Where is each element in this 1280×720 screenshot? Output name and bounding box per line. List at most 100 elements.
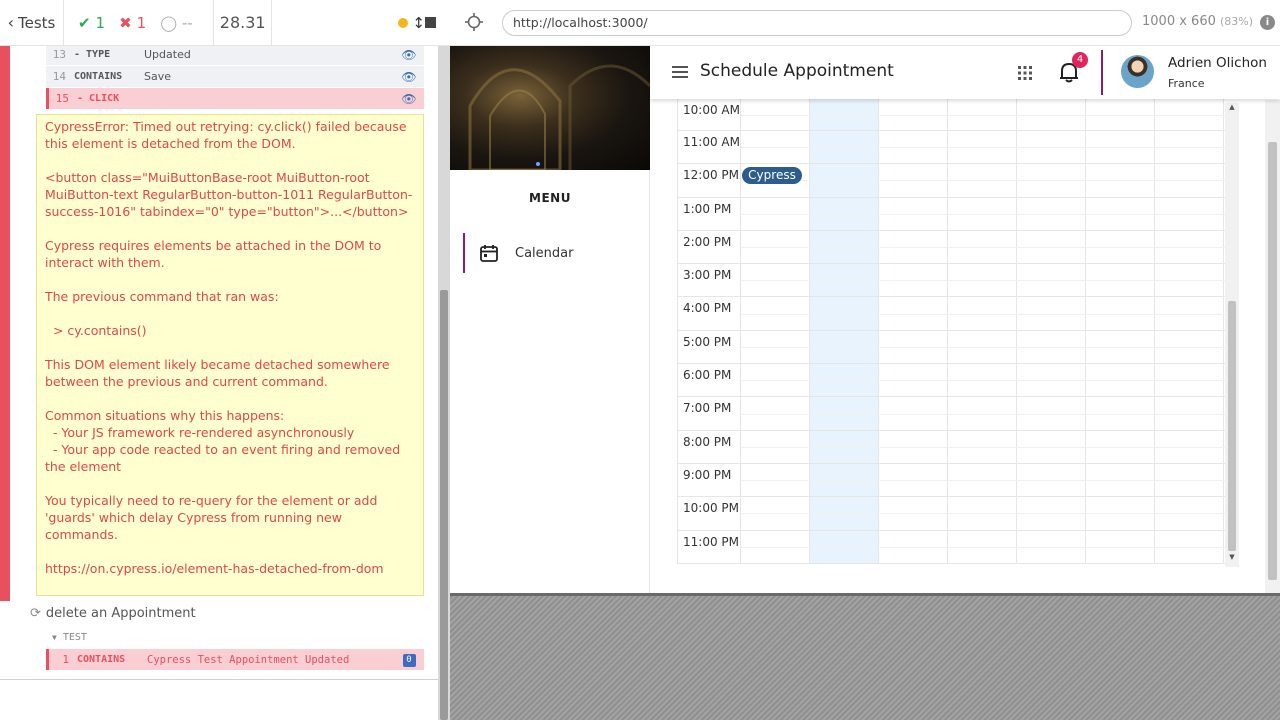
apps-grid-icon[interactable]	[1018, 66, 1032, 80]
runner-header: ‹ Tests ✔ 1 ✖ 1 ◯ -- 28.31 ↕	[0, 0, 450, 46]
half-hour-line	[741, 446, 1225, 448]
viewport-dimensions: 1000 x 660	[1142, 14, 1216, 29]
hook-label: TEST	[62, 632, 87, 643]
calendar-time-row: 4:00 PM	[677, 297, 1225, 331]
reporter-scrollbar-thumb[interactable]	[440, 290, 448, 720]
run-duration: 28.31	[214, 0, 273, 46]
half-hour-line	[741, 213, 1225, 215]
test-delete-appointment[interactable]: ⟳ delete an Appointment	[30, 606, 196, 621]
badge-wrapper: 0	[394, 652, 424, 667]
hamburger-menu-icon[interactable]	[672, 66, 688, 78]
info-icon[interactable]: i	[1260, 15, 1275, 30]
passed-stat: ✔ 1	[78, 14, 105, 32]
time-slot-label: 3:00 PM	[677, 264, 741, 297]
half-hour-line	[741, 380, 1225, 382]
reporter-bottom-divider	[0, 679, 438, 680]
scroll-up-arrow-icon[interactable]: ▲	[1228, 103, 1236, 111]
eye-slash-icon: 👁	[401, 47, 417, 62]
calendar-time-row: 6:00 PM	[677, 364, 1225, 398]
avatar[interactable]	[1121, 55, 1154, 88]
command-name: - CLICK	[77, 93, 120, 104]
calendar-time-row: 11:00 AM	[677, 131, 1225, 165]
half-hour-line	[741, 247, 1225, 249]
user-name: Adrien Olichon	[1168, 55, 1267, 71]
command-message: Cypress Test Appointment Updated	[147, 653, 350, 666]
time-slot-label: 11:00 AM	[677, 131, 741, 164]
calendar-scrollbar-thumb[interactable]	[1228, 301, 1236, 551]
cross-icon: ✖	[119, 13, 132, 32]
half-hour-line	[741, 180, 1225, 182]
pending-circle-icon: ◯	[160, 13, 177, 32]
calendar-time-row: 11:00 PM	[677, 530, 1225, 564]
menu-heading: MENU	[529, 191, 571, 205]
vertical-resize-icon: ↕	[412, 13, 425, 32]
calendar-week-view: 10:00 AM 11:00 AM 12:00 PM 1:00 PM 2:00 PM 3:…	[677, 99, 1239, 567]
stop-icon[interactable]	[425, 17, 436, 28]
calendar-time-row: 7:00 PM	[677, 397, 1225, 431]
calendar-time-row: 8:00 PM	[677, 430, 1225, 464]
command-name: CONTAINS	[77, 654, 126, 665]
runner-controls: ↕	[272, 0, 450, 46]
page-scrollbar-thumb[interactable]	[1268, 142, 1277, 580]
command-row[interactable]: 13 - TYPE Updated 👁	[46, 46, 424, 65]
auto-scroll-toggle[interactable]: ↕	[398, 14, 425, 32]
calendar-time-row: 10:00 AM	[677, 99, 1225, 131]
running-indicator-dot-icon	[398, 17, 409, 28]
test-stats: ✔ 1 ✖ 1 ◯ --	[64, 0, 214, 46]
error-detached-note: This DOM element likely became detached …	[45, 357, 394, 389]
command-number: 15	[55, 92, 69, 105]
sidebar-background-image	[450, 46, 650, 170]
viewport-size: 1000 x 660 (83%)	[1142, 14, 1253, 29]
notification-count-badge: 4	[1072, 52, 1088, 68]
command-row-pending[interactable]: 1 CONTAINS Cypress Test Appointment Upda…	[46, 649, 424, 670]
tests-label: Tests	[17, 13, 56, 32]
failed-stat: ✖ 1	[119, 14, 146, 32]
viewport-scale: (83%)	[1220, 15, 1254, 28]
cypress-runner-panel: ‹ Tests ✔ 1 ✖ 1 ◯ -- 28.31 ↕ 13 - TYPE U…	[0, 0, 450, 720]
match-count-badge: 0	[402, 654, 416, 667]
appointment-chip[interactable]: Cypress	[742, 167, 802, 184]
error-advice: You typically need to re-query for the e…	[45, 493, 382, 542]
user-country: France	[1168, 77, 1205, 90]
url-field[interactable]: http://localhost:3000/	[502, 10, 1132, 36]
calendar-time-row: 10:00 PM	[677, 497, 1225, 531]
half-hour-line	[741, 513, 1225, 515]
failed-command-row[interactable]: 15 - CLICK 👁	[46, 88, 424, 109]
calendar-icon	[480, 245, 498, 262]
half-hour-line	[741, 546, 1225, 548]
time-slot-label: 7:00 PM	[677, 397, 741, 430]
error-previous-command: > cy.contains()	[45, 323, 147, 338]
time-slot-label: 9:00 PM	[677, 463, 741, 497]
calendar-time-row: 2:00 PM	[677, 230, 1225, 265]
calendar-time-row: 9:00 PM	[677, 463, 1225, 498]
command-row[interactable]: 14 CONTAINS Save 👁	[46, 66, 424, 87]
command-number: 14	[52, 70, 66, 83]
half-hour-line	[741, 114, 1225, 116]
hook-test-header[interactable]: ▼ TEST	[52, 632, 87, 643]
time-slot-label: 4:00 PM	[677, 297, 741, 330]
pending-count: --	[181, 13, 193, 32]
half-hour-line	[741, 147, 1225, 149]
aut-empty-area	[450, 596, 1280, 720]
calendar-time-row: 1:00 PM	[677, 197, 1225, 231]
command-name: CONTAINS	[74, 71, 123, 82]
eye-slash-icon: 👁	[401, 69, 417, 84]
time-slot-label: 10:00 AM	[677, 99, 741, 130]
sidebar-item-label: Calendar	[515, 245, 574, 261]
error-message-box: CypressError: Timed out retrying: cy.cli…	[36, 114, 424, 596]
failed-test-indicator	[0, 46, 10, 601]
selector-playground-crosshair-icon[interactable]	[464, 12, 484, 32]
app-sidebar: MENU Calendar	[450, 46, 650, 594]
scroll-down-arrow-icon[interactable]: ▼	[1228, 553, 1236, 561]
failed-count: 1	[136, 13, 147, 32]
sidebar-item-calendar[interactable]: Calendar	[463, 233, 650, 273]
error-docs-link[interactable]: https://on.cypress.io/element-has-detach…	[45, 560, 415, 577]
error-common-situations: Common situations why this happens: - Yo…	[45, 408, 401, 474]
error-element-html: <button class="MuiButtonBase-root MuiBut…	[45, 170, 413, 219]
tests-back-button[interactable]: ‹ Tests	[0, 0, 64, 46]
time-slot-label: 2:00 PM	[677, 230, 741, 264]
half-hour-line	[741, 346, 1225, 348]
time-slot-label: 11:00 PM	[677, 530, 741, 563]
time-slot-label: 10:00 PM	[677, 497, 741, 530]
command-number: 13	[52, 48, 66, 61]
